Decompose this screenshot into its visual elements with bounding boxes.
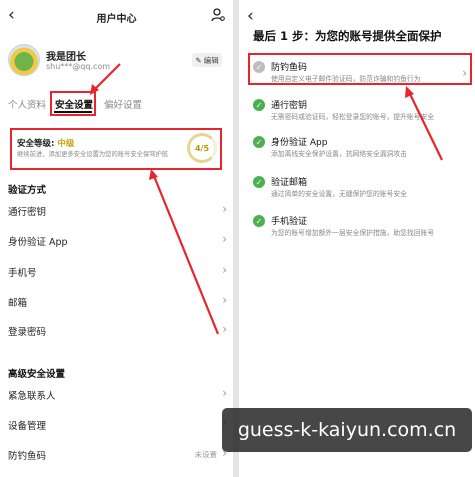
step-title: 验证邮箱 (271, 178, 308, 188)
step-desc: 为您的账号增加额外一层安全保护措施，助您找回账号 (271, 229, 435, 237)
step-desc: 通过简单的安全设置，无缝保护您的账号安全 (271, 190, 407, 198)
verify-item-phone[interactable]: 手机号 › (0, 261, 233, 283)
chevron-right-icon: › (222, 322, 227, 336)
watermark-banner: guess-k-kaiyun.com.cn (222, 408, 472, 452)
chevron-right-icon: › (222, 232, 227, 246)
user-settings-icon[interactable] (211, 8, 225, 22)
tab-preferences[interactable]: 偏好设置 (104, 97, 142, 111)
step-desc: 添加离线安全保护设置，抗网络安全漏洞攻击 (271, 150, 407, 158)
done-check-icon: ✓ (253, 136, 265, 148)
avatar[interactable] (8, 44, 40, 76)
settings-tabs: 个人资料 安全设置 偏好设置 (0, 94, 233, 118)
step-highlight-box (248, 53, 472, 85)
setup-title: 最后 1 步：为您的账号提供全面保护 (253, 29, 442, 43)
user-name: 我是团长 (46, 52, 86, 63)
header: ‹ 用户中心 (0, 0, 233, 32)
advanced-item-emergency-contact[interactable]: 紧急联系人 › (0, 384, 233, 406)
advanced-section-header: 高级安全设置 (8, 369, 66, 380)
verify-item-authenticator[interactable]: 身份验证 App › (0, 230, 233, 252)
verify-item-login-password[interactable]: 登录密码 › (0, 320, 233, 342)
step-verify-email: ✓ 验证邮箱 通过简单的安全设置，无缝保护您的账号安全 (239, 173, 475, 211)
verify-item-email[interactable]: 邮箱 › (0, 291, 233, 313)
verify-item-passkey[interactable]: 通行密钥 › (0, 200, 233, 222)
status-value: 未设置 (194, 450, 218, 459)
row-label: 紧急联系人 (8, 391, 56, 402)
step-title: 通行密钥 (271, 101, 308, 111)
row-label: 设备管理 (8, 421, 47, 432)
row-label: 登录密码 (8, 327, 47, 338)
user-email: shu***@qq.com (46, 62, 111, 71)
chevron-right-icon: › (222, 386, 227, 400)
tab-highlight-box (50, 91, 96, 116)
advanced-item-device-management[interactable]: 设备管理› (0, 414, 233, 436)
security-setup-panel: ‹ 最后 1 步：为您的账号提供全面保护 ✓ 防钓鱼码 使用自定义电子邮件验证码… (239, 0, 475, 477)
done-check-icon: ✓ (253, 99, 265, 111)
tab-profile[interactable]: 个人资料 (8, 97, 46, 111)
advanced-item-anti-phishing[interactable]: 防钓鱼码 未设置 › (0, 444, 233, 466)
chevron-right-icon: › (222, 263, 227, 277)
page-title: 用户中心 (96, 14, 137, 25)
row-label: 邮箱 (8, 298, 28, 309)
done-check-icon: ✓ (253, 215, 265, 227)
verify-section-header: 验证方式 (8, 185, 47, 196)
row-label: 通行密钥 (8, 207, 47, 218)
row-label: 手机号 (8, 268, 37, 279)
step-desc: 无需密码或验证码，轻松登录您的账号，提升账号安全 (271, 113, 435, 121)
back-arrow-icon[interactable]: ‹ (247, 8, 254, 25)
edit-profile-button[interactable]: ✎ 编辑 (192, 53, 222, 67)
step-title: 手机验证 (271, 217, 308, 227)
step-phone-verify: ✓ 手机验证 为您的账号增加额外一层安全保护措施，助您找回账号 (239, 212, 475, 250)
security-card-highlight-box (10, 128, 222, 170)
chevron-right-icon: › (222, 293, 227, 307)
step-passkey: ✓ 通行密钥 无需密码或验证码，轻松登录您的账号，提升账号安全 (239, 96, 475, 134)
edit-icon: ✎ (195, 55, 202, 65)
step-title: 身份验证 App (271, 138, 328, 148)
row-label: 身份验证 App (8, 237, 68, 248)
step-authenticator-app: ✓ 身份验证 App 添加离线安全保护设置，抗网络安全漏洞攻击 (239, 133, 475, 171)
chevron-right-icon: › (222, 202, 227, 216)
edit-label: 编辑 (203, 55, 219, 65)
done-check-icon: ✓ (253, 176, 265, 188)
user-center-panel: ‹ 用户中心 我是团长 shu***@qq.com ✎ 编辑 个人资料 安全设置… (0, 0, 233, 477)
row-label: 防钓鱼码 (8, 451, 47, 462)
